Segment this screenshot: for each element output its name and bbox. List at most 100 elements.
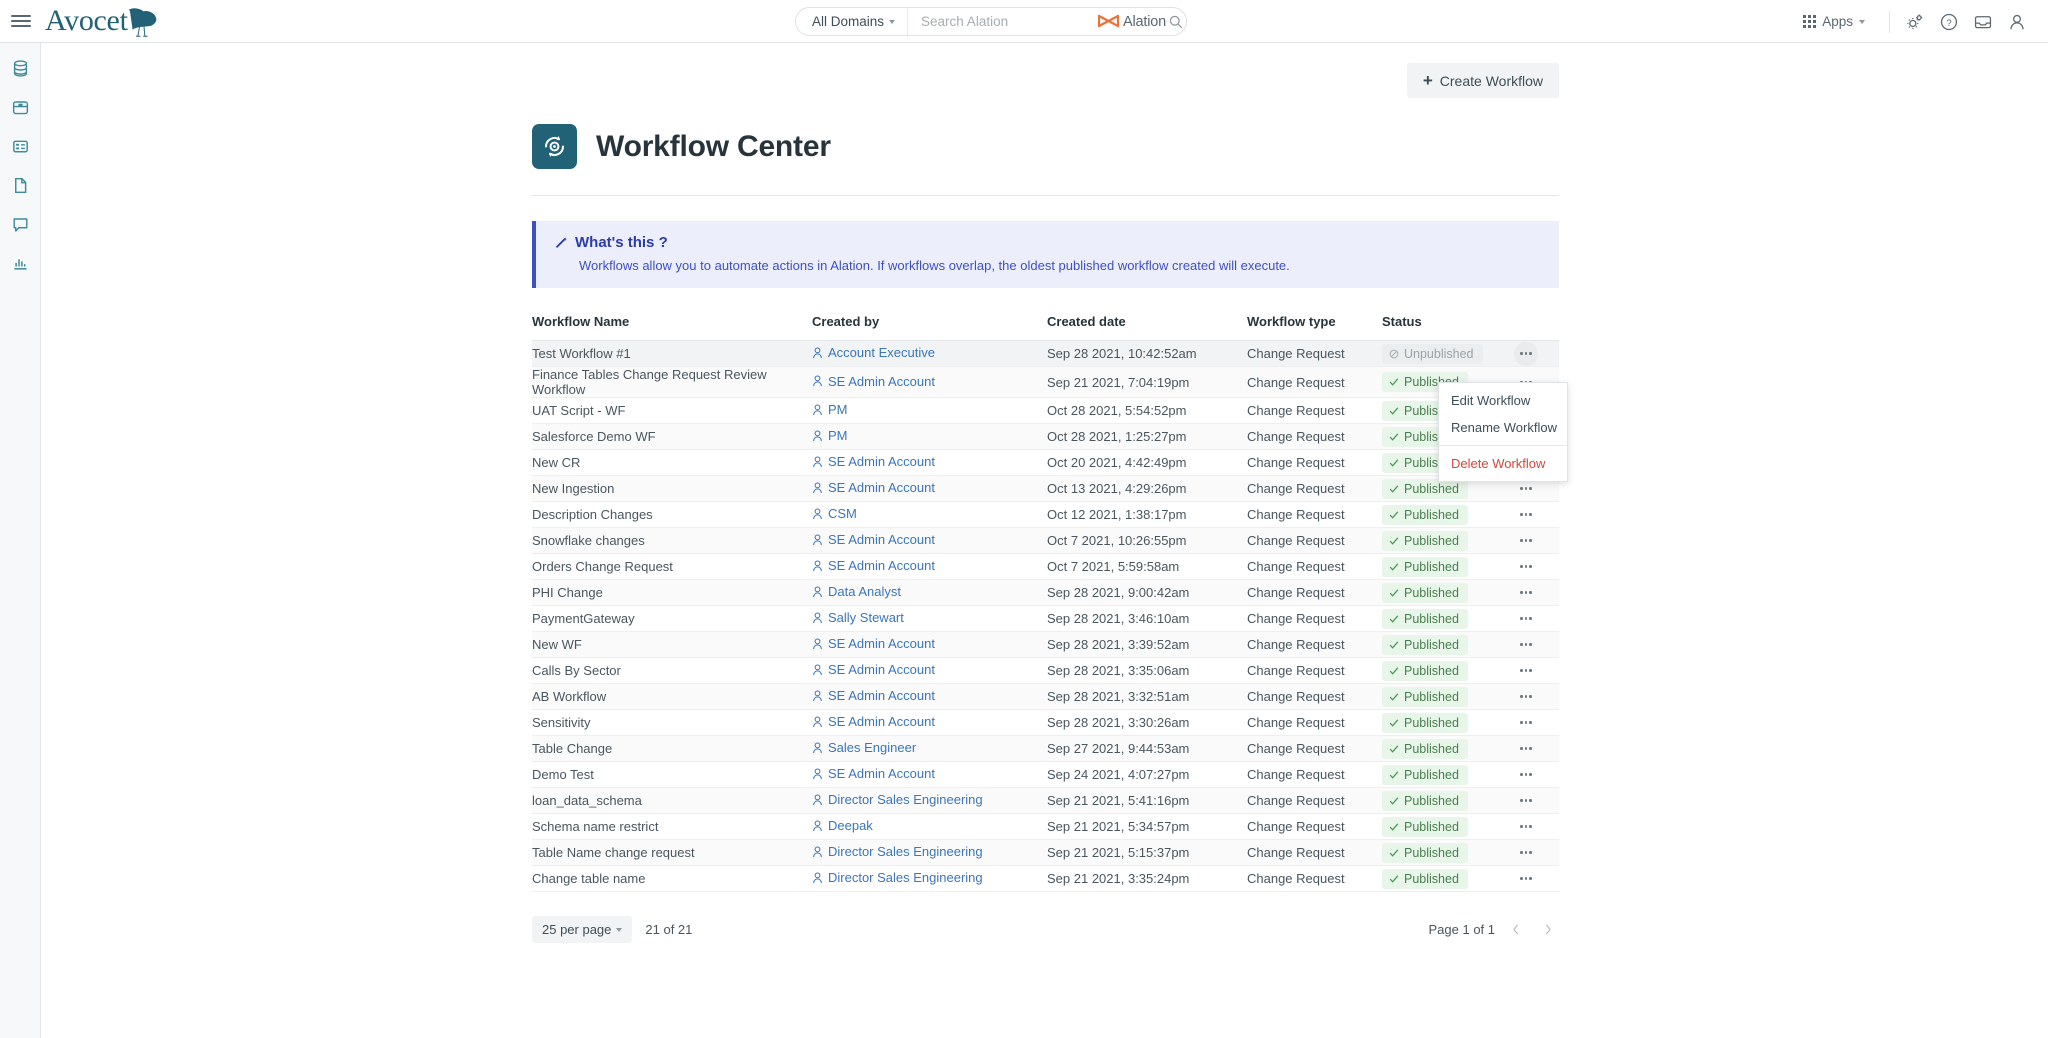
- search-input[interactable]: [908, 14, 1099, 29]
- table-row[interactable]: loan_data_schema Director Sales Engineeri…: [532, 787, 1559, 814]
- creator-link[interactable]: SE Admin Account: [812, 714, 935, 729]
- create-workflow-button[interactable]: + Create Workflow: [1406, 63, 1559, 98]
- inbox-button[interactable]: [1966, 5, 2000, 39]
- row-actions-button[interactable]: [1514, 815, 1538, 839]
- creator-link[interactable]: PM: [812, 428, 848, 443]
- menu-item-edit-workflow[interactable]: Edit Workflow: [1439, 387, 1567, 414]
- table-row[interactable]: Snowflake changes SE Admin Account Oct 7 2…: [532, 527, 1559, 554]
- creator-link[interactable]: SE Admin Account: [812, 688, 935, 703]
- cell-created-by: Sally Stewart: [812, 605, 1047, 632]
- creator-link[interactable]: SE Admin Account: [812, 558, 935, 573]
- row-actions-button[interactable]: [1514, 607, 1538, 631]
- status-badge: Published: [1382, 764, 1468, 785]
- row-actions-button[interactable]: [1514, 633, 1538, 657]
- table-row[interactable]: AB Workflow SE Admin Account Sep 28 2021, …: [532, 683, 1559, 710]
- creator-link[interactable]: SE Admin Account: [812, 532, 935, 547]
- creator-link[interactable]: CSM: [812, 506, 857, 521]
- status-badge: Published: [1382, 556, 1468, 577]
- table-row[interactable]: Demo Test SE Admin Account Sep 24 2021, 4:…: [532, 761, 1559, 788]
- row-actions-button[interactable]: [1514, 529, 1538, 553]
- column-header-created-by[interactable]: Created by: [812, 314, 1047, 341]
- table-row[interactable]: UAT Script - WF PM Oct 28 2021, 5:54:52pm C…: [532, 397, 1559, 424]
- cell-created-by: Director Sales Engineering: [812, 787, 1047, 814]
- creator-link[interactable]: PM: [812, 402, 848, 417]
- row-actions-button[interactable]: [1514, 711, 1538, 735]
- row-actions-button[interactable]: [1514, 685, 1538, 709]
- creator-link[interactable]: Deepak: [812, 818, 873, 833]
- table-row[interactable]: Orders Change Request SE Admin Account Oct…: [532, 553, 1559, 580]
- creator-link[interactable]: Director Sales Engineering: [812, 792, 983, 807]
- global-search-bar[interactable]: All Domains Alation: [795, 7, 1187, 36]
- table-row[interactable]: New Ingestion SE Admin Account Oct 13 2021…: [532, 475, 1559, 502]
- row-actions-button[interactable]: [1514, 789, 1538, 813]
- sidebar-item-analytics[interactable]: [7, 250, 33, 276]
- previous-page-button[interactable]: [1505, 919, 1527, 941]
- table-row[interactable]: New WF SE Admin Account Sep 28 2021, 3:39:…: [532, 631, 1559, 658]
- menu-item-delete-workflow[interactable]: Delete Workflow: [1439, 450, 1567, 477]
- table-row[interactable]: Finance Tables Change Request Review Wor…: [532, 366, 1559, 398]
- table-row[interactable]: Salesforce Demo WF PM Oct 28 2021, 1:25:27…: [532, 423, 1559, 450]
- table-row[interactable]: Calls By Sector SE Admin Account Sep 28 20…: [532, 657, 1559, 684]
- row-actions-button[interactable]: [1514, 763, 1538, 787]
- row-actions-button[interactable]: [1514, 503, 1538, 527]
- creator-link[interactable]: SE Admin Account: [812, 766, 935, 781]
- creator-link[interactable]: Sales Engineer: [812, 740, 916, 755]
- settings-gear-button[interactable]: [1898, 5, 1932, 39]
- column-header-workflow-name[interactable]: Workflow Name: [532, 314, 812, 341]
- table-row[interactable]: Table Change Sales Engineer Sep 27 2021, 9…: [532, 735, 1559, 762]
- help-button[interactable]: ?: [1932, 5, 1966, 39]
- cell-status: Published: [1382, 501, 1502, 528]
- row-actions-button[interactable]: [1514, 737, 1538, 761]
- cell-workflow-name: Sensitivity: [532, 709, 812, 736]
- creator-link[interactable]: SE Admin Account: [812, 636, 935, 651]
- creator-link[interactable]: Director Sales Engineering: [812, 844, 983, 859]
- row-actions-button[interactable]: [1514, 867, 1538, 891]
- creator-link[interactable]: SE Admin Account: [812, 662, 935, 677]
- table-row[interactable]: PHI Change Data Analyst Sep 28 2021, 9:00:…: [532, 579, 1559, 606]
- table-row[interactable]: Description Changes CSM Oct 12 2021, 1:38:…: [532, 501, 1559, 528]
- sidebar-item-tables[interactable]: [7, 133, 33, 159]
- table-row[interactable]: Schema name restrict Deepak Sep 21 2021, 5…: [532, 813, 1559, 840]
- table-row[interactable]: New CR SE Admin Account Oct 20 2021, 4:42:…: [532, 449, 1559, 476]
- row-actions-button[interactable]: [1514, 555, 1538, 579]
- creator-link[interactable]: Account Executive: [812, 345, 935, 360]
- next-page-button[interactable]: [1537, 919, 1559, 941]
- table-row[interactable]: Change table name Director Sales Engineer…: [532, 865, 1559, 892]
- row-actions-button[interactable]: [1514, 841, 1538, 865]
- sidebar-item-catalog[interactable]: [7, 94, 33, 120]
- row-actions-button[interactable]: [1514, 581, 1538, 605]
- cell-created-date: Sep 28 2021, 3:46:10am: [1047, 605, 1247, 632]
- sidebar-item-sources[interactable]: [7, 55, 33, 81]
- menu-item-rename-workflow[interactable]: Rename Workflow: [1439, 414, 1567, 441]
- brand-logo[interactable]: Avocet: [45, 6, 162, 37]
- column-header-created-date[interactable]: Created date: [1047, 314, 1247, 341]
- apps-menu-button[interactable]: Apps: [1795, 14, 1881, 29]
- status-label: Published: [1404, 845, 1459, 860]
- row-actions-button[interactable]: [1514, 659, 1538, 683]
- creator-link[interactable]: Director Sales Engineering: [812, 870, 983, 885]
- table-body: Test Workflow #1 Account Executive Sep 28 …: [532, 340, 1559, 892]
- creator-link[interactable]: SE Admin Account: [812, 480, 935, 495]
- hamburger-menu-icon[interactable]: [11, 11, 31, 31]
- user-profile-button[interactable]: [2000, 5, 2034, 39]
- table-row[interactable]: PaymentGateway Sally Stewart Sep 28 2021, …: [532, 605, 1559, 632]
- table-row[interactable]: Test Workflow #1 Account Executive Sep 28 …: [532, 340, 1559, 367]
- creator-link[interactable]: Data Analyst: [812, 584, 901, 599]
- per-page-selector[interactable]: 25 per page: [532, 916, 633, 943]
- table-row[interactable]: Table Name change request Director Sales …: [532, 839, 1559, 866]
- creator-link[interactable]: Sally Stewart: [812, 610, 904, 625]
- column-header-status[interactable]: Status: [1382, 314, 1502, 341]
- sidebar-item-documents[interactable]: [7, 172, 33, 198]
- creator-link[interactable]: SE Admin Account: [812, 454, 935, 469]
- cell-created-by: SE Admin Account: [812, 449, 1047, 476]
- cell-actions: [1502, 813, 1559, 840]
- search-icon[interactable]: [1169, 15, 1183, 29]
- person-icon: [813, 404, 822, 415]
- row-actions-button[interactable]: [1514, 341, 1538, 366]
- column-header-workflow-type[interactable]: Workflow type: [1247, 314, 1382, 341]
- table-row[interactable]: Sensitivity SE Admin Account Sep 28 2021, …: [532, 709, 1559, 736]
- cell-workflow-type: Change Request: [1247, 423, 1382, 450]
- creator-link[interactable]: SE Admin Account: [812, 374, 935, 389]
- domain-selector[interactable]: All Domains: [796, 8, 909, 35]
- sidebar-item-conversations[interactable]: [7, 211, 33, 237]
